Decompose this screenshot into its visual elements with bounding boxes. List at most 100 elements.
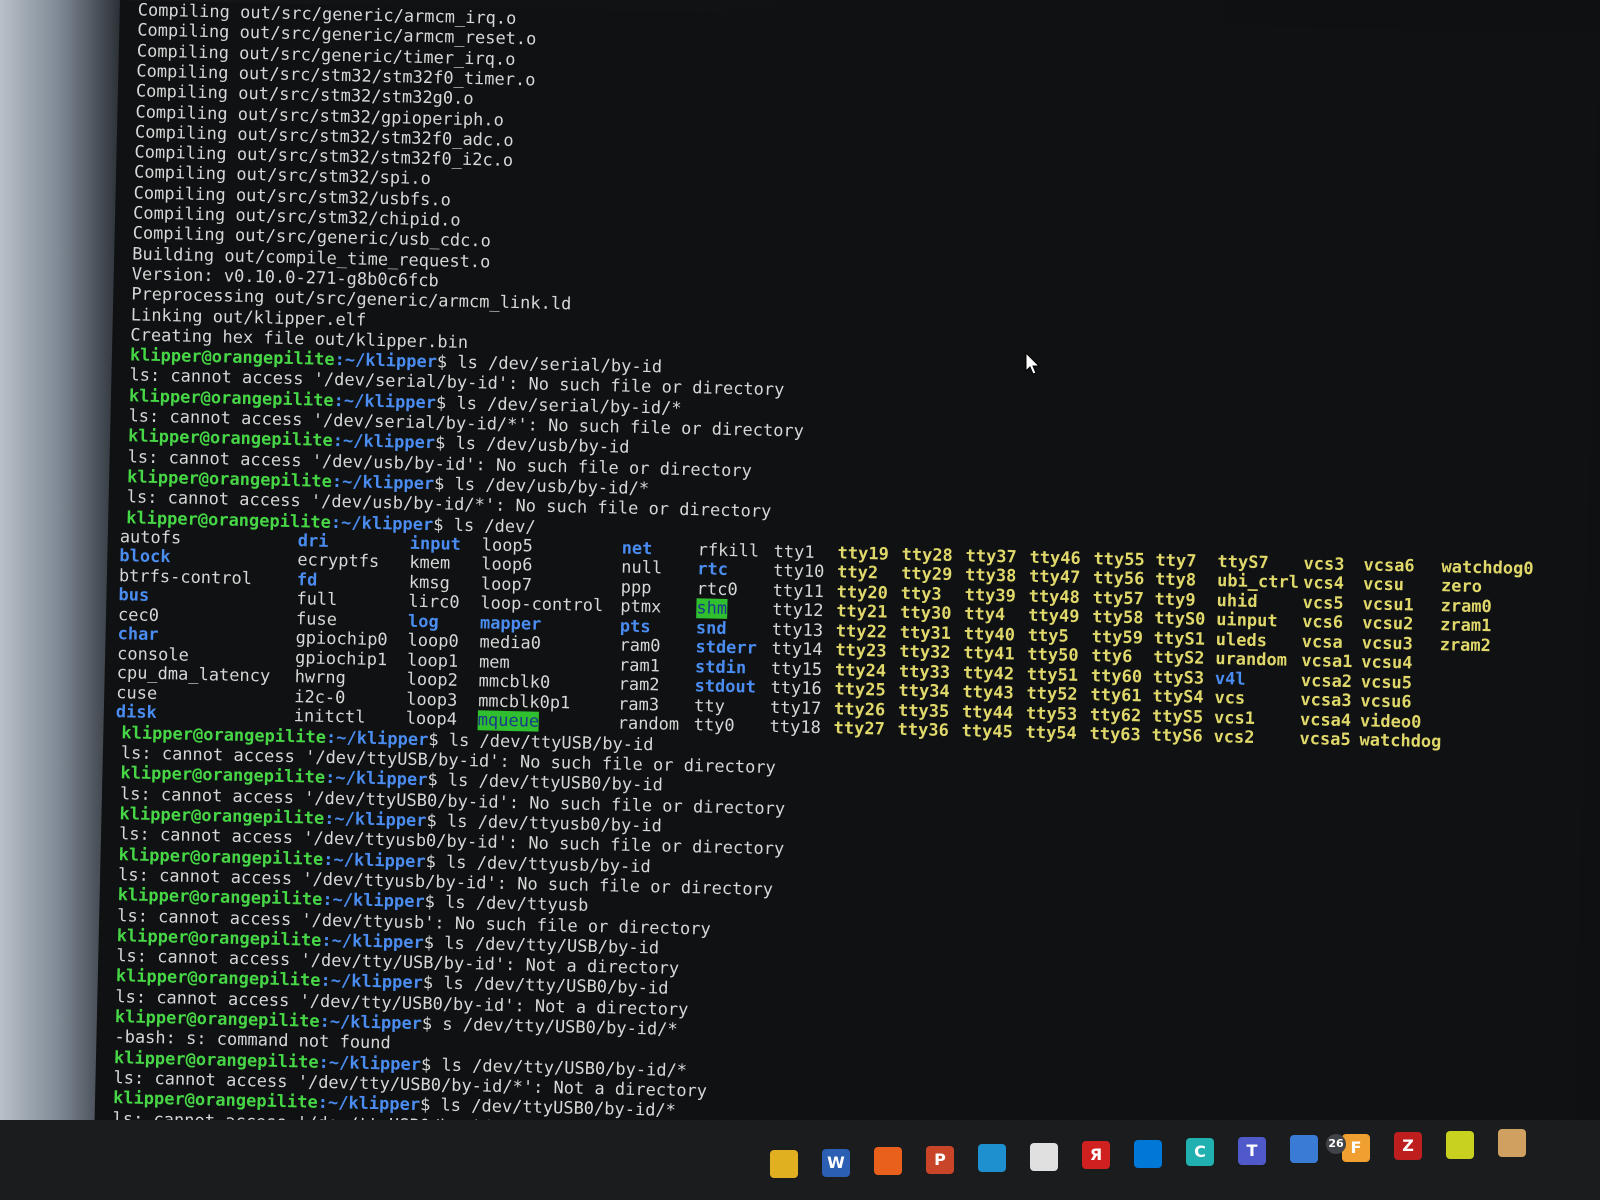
prompt-path: :~/klipper [317,1092,421,1116]
dev-entry: tty25 [834,679,886,701]
dev-entry: random [617,713,680,736]
dev-entry: vcsu4 [1361,652,1413,674]
dev-entry: tty52 [1026,684,1078,706]
notification-icon[interactable] [1290,1135,1318,1163]
dev-entry: loop4 [405,708,458,731]
dev-entry: ram2 [618,674,660,696]
dev-entry: input [409,533,462,555]
explorer-icon[interactable] [1030,1142,1058,1171]
dev-entry: stdout [694,676,757,698]
dev-entry: tty13 [771,619,824,641]
dev-entry: v4l [1214,668,1246,690]
ls-column: tty55 tty56 tty57 tty58 tty59 tty6 tty60 tty61 t… [1089,549,1145,746]
prompt-path: :~/klipper [323,849,426,872]
dev-entry: ptmx [620,596,662,618]
dev-entry: ttyS0 [1153,608,1206,631]
dev-entry: ppp [620,577,652,599]
dev-entry: tty48 [1028,586,1081,608]
store-icon[interactable] [1134,1139,1162,1168]
dev-entry: tty31 [899,622,952,644]
word-icon[interactable]: W [822,1148,850,1177]
ls-column: net null ppp ptmx pts ram0 ram1 ram2 ram3 random [617,538,683,736]
chrome-icon[interactable] [770,1150,798,1178]
dev-entry: initctl [293,706,366,729]
dev-entry: ecryptfs [297,550,380,573]
ls-column: tty19 tty2 tty20 tty21 tty22 tty23 tty24 tty25 t… [833,543,889,740]
dev-entry: tty17 [769,697,822,719]
dev-entry: tty39 [964,585,1017,607]
dev-entry: video0 [1359,711,1422,733]
ls-column: vcsa6 vcsu vcsu1 vcsu2 vcsu3 vcsu4 vcsu5 vcsu6 v… [1359,555,1445,753]
dev-entry: ram0 [619,635,661,657]
ls-column: vcs3 vcs4 vcs5 vcs6 vcsa vcsa1 vcsa2 vcsa3 vcsa4… [1299,553,1355,751]
dev-entry: ttyS7 [1217,551,1269,574]
ls-column: rfkill rtc rtc0 shm snd stderr stdin stdout tty t… [693,540,760,737]
dev-entry: vcs3 [1303,553,1345,575]
dev-entry: loop3 [405,689,458,711]
ls-column: watchdog0 zero zram0 zram1 zram2 [1439,557,1533,658]
teams-icon[interactable]: T [1238,1136,1266,1165]
dev-entry: ttyS5 [1151,706,1204,728]
dev-entry: console [116,643,190,666]
ls-column: loop5 loop6 loop7 loop-control mapper media0 m… [477,535,605,734]
dev-entry: ttyS4 [1152,686,1204,709]
dev-entry: autofs [119,526,182,549]
dev-entry: tty8 [1154,569,1197,591]
dev-entry: vcsu5 [1360,672,1413,694]
filezilla-icon[interactable]: Z [1394,1132,1422,1160]
dev-entry: rtc [697,559,729,581]
prompt-path: :~/klipper [332,431,436,454]
app-c-icon[interactable]: C [1186,1138,1214,1166]
ls-column: ttyS7 ubi_ctrl uhid uinput uleds urandom v4l vc… [1213,551,1299,750]
dev-entry: tty46 [1029,547,1081,569]
dev-entry: full [296,589,338,611]
dev-entry: tty2 [836,562,879,584]
dev-entry: tty49 [1028,606,1080,628]
app-f-icon[interactable]: F [1342,1133,1370,1162]
command-text: s /dev/tty/USB0/by-id/* [431,1014,678,1040]
dev-entry: ttyS1 [1153,628,1206,650]
dev-entry: net [621,538,653,560]
dev-entry: bus [118,585,150,607]
firefox-icon[interactable] [874,1147,902,1175]
dev-entry: vcs [1214,688,1246,710]
package-icon[interactable] [1446,1130,1474,1159]
dev-entry: tty5 [1027,625,1069,647]
notification-badge: 26 [1326,1134,1346,1154]
dev-entry: zero [1440,576,1483,598]
dev-entry: kmsg [408,572,451,594]
dev-entry: vcsu2 [1361,613,1414,635]
dev-entry: tty41 [963,643,1015,665]
dev-entry: tty60 [1090,666,1143,688]
dev-entry: ram3 [617,694,660,716]
dev-entry: stderr [695,637,758,659]
dev-entry: snd [695,618,727,639]
prompt-path: :~/klipper [319,1011,423,1035]
dev-entry: tty35 [897,700,950,722]
yandex-icon[interactable]: Я [1082,1141,1110,1169]
dev-entry: log [407,611,439,633]
terminal-window[interactable]: Compiling out/src/generic/armcm_irq.o Com… [94,0,1600,1174]
folder-icon[interactable] [1498,1129,1526,1157]
dev-entry: rfkill [697,540,760,562]
dev-entry: loop7 [480,574,533,596]
dev-entry: mem [478,652,511,673]
dev-entry: loop0 [407,630,459,653]
dev-entry: tty4 [964,604,1006,626]
dev-entry: vcs1 [1213,707,1256,729]
dev-entry: vcsa4 [1299,709,1352,731]
dev-entry: tty3 [900,583,942,605]
prompt-path: :~/klipper [318,1052,422,1075]
dev-entry: vcsu6 [1360,691,1412,713]
dev-entry: tty42 [962,663,1015,685]
dev-entry: tty12 [772,600,824,622]
dev-entry: tty45 [961,721,1014,743]
prompt-path: :~/klipper [323,808,427,832]
ls-column: input kmem kmsg lirc0 log loop0 loop1 loop2 loop… [405,533,462,731]
dev-entry: loop2 [406,669,459,692]
prompt-path: :~/klipper [320,971,424,994]
edge-icon[interactable] [978,1144,1006,1172]
dev-entry: tty21 [836,601,888,623]
dev-entry: fd [296,569,318,591]
powerpoint-icon[interactable]: P [926,1145,954,1174]
